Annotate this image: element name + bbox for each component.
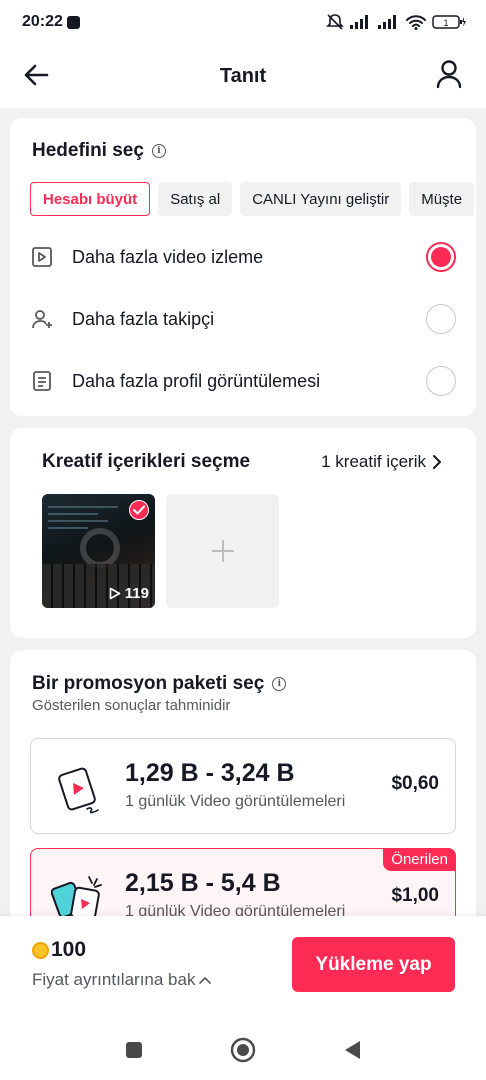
upload-button[interactable]: Yükleme yap xyxy=(292,937,455,992)
watermark-logo xyxy=(80,528,120,568)
status-icons: 1 xyxy=(326,14,466,30)
package-description: 1 günlük Video görüntülemeleri xyxy=(125,793,346,810)
info-icon[interactable]: i xyxy=(272,677,287,691)
system-nav-bar xyxy=(0,1020,486,1080)
creative-count-link[interactable]: 1 kreatif içerik xyxy=(321,452,442,472)
package-range: 1,29 B - 3,24 B xyxy=(125,759,295,787)
package-card: Bir promosyon paketi seç i Gösterilen so… xyxy=(10,650,476,950)
status-bar: 20:22 1 xyxy=(0,0,486,44)
chip-satis-al[interactable]: Satış al xyxy=(158,182,233,216)
package-section-title: Bir promosyon paketi seç i xyxy=(32,673,287,695)
option-label: Daha fazla video izleme xyxy=(72,246,264,267)
video-play-icon xyxy=(32,247,52,267)
plus-icon xyxy=(211,540,234,562)
signal-icon xyxy=(350,15,368,29)
checkout-bar: 100 Fiyat ayrıntılarına bak Yükleme yap xyxy=(0,916,486,1020)
chip-hesabi-buyut[interactable]: Hesabı büyüt xyxy=(30,182,151,216)
price-details-text: Fiyat ayrıntılarına bak xyxy=(32,970,196,989)
creative-title: Kreatif içerikleri seçme xyxy=(42,451,251,472)
home-icon[interactable] xyxy=(230,1037,256,1063)
package-price: $0,60 xyxy=(391,773,439,794)
video-thumbnail[interactable]: 119 xyxy=(42,494,155,608)
coin-amount: 100 xyxy=(51,938,87,961)
radio-unselected[interactable] xyxy=(426,304,456,334)
chevron-right-icon xyxy=(433,455,441,469)
add-user-icon xyxy=(32,310,52,329)
profile-document-icon xyxy=(33,371,51,391)
radio-unselected[interactable] xyxy=(426,366,456,396)
view-count-text: 119 xyxy=(124,585,149,602)
goal-chip-row: Hesabı büyüt Satış al CANLI Yayını geliş… xyxy=(30,182,476,218)
option-label: Daha fazla profil görüntülemesi xyxy=(72,370,321,391)
option-label: Daha fazla takipçi xyxy=(72,308,215,329)
status-time: 20:22 xyxy=(22,13,80,31)
wifi-icon xyxy=(406,14,426,30)
app-header: Tanıt xyxy=(0,44,486,108)
battery-icon: 1 xyxy=(432,15,466,29)
battery-level: 1 xyxy=(443,18,448,28)
coin-icon xyxy=(32,941,49,959)
package-title: Bir promosyon paketi seç xyxy=(32,673,265,694)
creative-card: Kreatif içerikleri seçme 1 kreatif içeri… xyxy=(10,428,476,638)
package-option[interactable]: 1,29 B - 3,24 B 1 günlük Video görüntüle… xyxy=(30,738,456,834)
coin-balance: 100 xyxy=(32,938,86,962)
back-arrow-icon[interactable] xyxy=(22,61,50,89)
price-details-link[interactable]: Fiyat ayrıntılarına bak xyxy=(32,970,212,990)
profile-icon[interactable] xyxy=(436,59,462,89)
back-nav-icon[interactable] xyxy=(342,1039,362,1061)
check-icon[interactable] xyxy=(129,500,149,520)
clock-text: 20:22 xyxy=(22,13,63,30)
chevron-up-icon xyxy=(199,977,212,984)
mute-icon xyxy=(326,14,344,30)
view-count: 119 xyxy=(109,585,149,602)
chip-musteri[interactable]: Müşte xyxy=(409,182,475,216)
package-range: 2,15 B - 5,4 B xyxy=(125,869,281,897)
chip-canli-yayin[interactable]: CANLI Yayını geliştir xyxy=(240,182,402,216)
option-video-views[interactable]: Daha fazla video izleme xyxy=(30,237,456,277)
notification-icon xyxy=(66,15,80,29)
creative-count-text: 1 kreatif içerik xyxy=(321,452,426,471)
goal-card: Hedefini seç i Hesabı büyüt Satış al CAN… xyxy=(10,118,476,416)
option-profile-views[interactable]: Daha fazla profil görüntülemesi xyxy=(30,361,456,401)
info-icon[interactable]: i xyxy=(151,144,166,158)
thumbnail-screen xyxy=(48,506,128,534)
signal-icon-2 xyxy=(378,15,396,29)
goal-title: Hedefini seç xyxy=(32,140,144,161)
page-title: Tanıt xyxy=(219,64,267,87)
radio-selected[interactable] xyxy=(426,242,456,272)
goal-section-title: Hedefini seç i xyxy=(32,140,166,162)
option-followers[interactable]: Daha fazla takipçi xyxy=(30,299,456,339)
recents-icon[interactable] xyxy=(124,1040,144,1060)
add-creative-button[interactable] xyxy=(166,494,279,608)
video-card-icon xyxy=(58,767,99,814)
recommended-badge: Önerilen xyxy=(383,848,456,871)
package-price: $1,00 xyxy=(391,885,439,906)
package-subtitle: Gösterilen sonuçlar tahminidir xyxy=(32,697,231,714)
play-icon xyxy=(109,587,121,600)
